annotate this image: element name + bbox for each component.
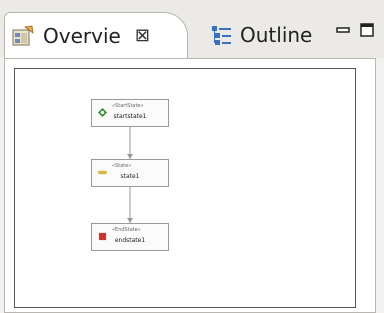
node-name: startstate1 [113,113,147,120]
tab-overview[interactable]: Overvie ⊠ [4,12,188,58]
connectors [127,127,133,223]
minimize-icon[interactable] [336,22,350,36]
tab-outline[interactable]: Outline [200,12,320,58]
diagram-node[interactable]: «EndState» endstate1 [91,223,169,251]
node-stereotype: «EndState» [112,227,141,233]
diagram-node[interactable]: «State» state1 [91,159,169,187]
overview-icon [11,24,35,48]
node-stereotype: «StartState» [112,103,144,109]
node-name: endstate1 [114,237,146,244]
maximize-icon[interactable] [360,22,374,37]
view-tab-bar: Overvie ⊠ Outline [0,0,384,58]
node-stereotype: «State» [112,163,132,169]
node-name: state1 [120,173,140,180]
diagram-node[interactable]: «StartState» startstate1 [91,99,169,127]
close-icon[interactable]: ⊠ [135,26,150,45]
window-controls [336,22,374,37]
tab-outline-label: Outline [240,23,313,47]
outline-icon [210,23,234,47]
tab-overview-label: Overvie [43,23,121,48]
overview-canvas[interactable]: «StartState» startstate1 «State» state1 … [14,68,356,308]
